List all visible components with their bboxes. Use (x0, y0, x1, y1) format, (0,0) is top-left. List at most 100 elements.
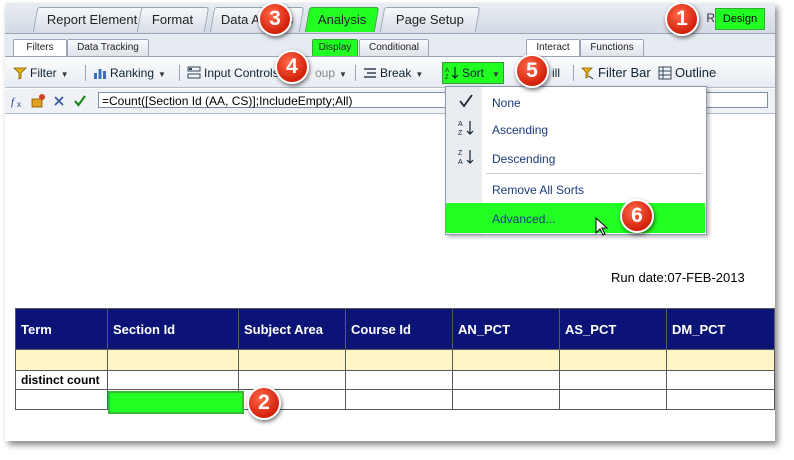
table-cell[interactable] (107, 370, 239, 390)
table-cell[interactable] (238, 349, 346, 371)
svg-text:Z: Z (458, 130, 463, 137)
callout-4: 4 (275, 50, 309, 84)
chevron-down-icon: ▼ (415, 70, 424, 79)
table-cell[interactable] (15, 349, 108, 371)
filter-button[interactable]: Filter ▼ (13, 64, 69, 82)
menu-divider (486, 173, 702, 174)
svg-text:f: f (11, 96, 16, 108)
filter-bar-icon (581, 67, 594, 80)
column-header-dm-pct[interactable]: DM_PCT (666, 308, 775, 350)
analysis-toolbar: Filter ▼ Ranking ▼ Input Controls oup ▼ Bre… (5, 56, 775, 88)
check-icon (459, 94, 473, 108)
report-window: Report Element Format Data Access Analys… (5, 3, 775, 441)
input-controls-button[interactable]: Input Controls (187, 64, 279, 82)
subtab-data-tracking[interactable]: Data Tracking (67, 39, 149, 56)
chevron-down-icon: ▼ (158, 70, 166, 79)
sort-descending-icon: ZA (458, 150, 474, 166)
column-header-term[interactable]: Term (15, 308, 108, 350)
input-controls-icon (187, 66, 201, 79)
table-cell[interactable] (345, 389, 453, 410)
table-cell[interactable] (452, 370, 560, 390)
chevron-down-icon: ▼ (60, 70, 69, 79)
selected-section-id-cell[interactable] (108, 391, 244, 414)
table-row: distinct count (15, 370, 775, 390)
table-cell[interactable] (666, 370, 775, 390)
sort-dropdown-menu: None AZ Ascending ZA Descending Remove A… (445, 86, 707, 235)
mouse-cursor-icon (595, 217, 609, 236)
callout-2: 2 (247, 386, 281, 420)
column-header-course-id[interactable]: Course Id (345, 308, 453, 350)
sub-tab-bar: Filters Data Tracking Display Conditiona… (5, 34, 775, 56)
outline-icon (658, 66, 672, 80)
subtab-functions[interactable]: Functions (580, 39, 644, 56)
sort-ascending-icon: AZ (458, 121, 474, 137)
table-cell[interactable] (15, 389, 108, 410)
design-mode-button[interactable]: Design (715, 8, 765, 30)
table-cell[interactable] (666, 389, 775, 410)
table-header-row: Term Section Id Subject Area Course Id A… (15, 308, 775, 350)
table-cell[interactable] (452, 349, 560, 371)
table-cell[interactable] (559, 389, 667, 410)
sort-button-label[interactable]: A Z Sort ▼ (445, 64, 500, 82)
svg-text:Z: Z (458, 150, 463, 157)
column-header-section-id[interactable]: Section Id (107, 308, 239, 350)
table-row (15, 349, 775, 371)
drill-button[interactable]: ill (552, 64, 560, 82)
subtab-conditional[interactable]: Conditional (359, 39, 429, 56)
filter-icon (13, 67, 27, 80)
svg-text:A: A (445, 68, 449, 74)
formula-editor-icon[interactable]: fx (11, 93, 27, 109)
menu-item-advanced-highlight[interactable] (446, 203, 705, 233)
ranking-button[interactable]: Ranking ▼ (93, 64, 166, 82)
column-header-an-pct[interactable]: AN_PCT (452, 308, 560, 350)
callout-3: 3 (258, 3, 292, 36)
tab-format[interactable]: Format (136, 7, 210, 32)
chevron-down-icon: ▼ (339, 70, 347, 79)
tab-report-element[interactable]: Report Element (32, 7, 152, 32)
main-tab-bar: Report Element Format Data Access Analys… (5, 3, 775, 34)
menu-item-descending[interactable]: Descending (492, 152, 555, 166)
tab-analysis[interactable]: Analysis (304, 7, 380, 32)
distinct-count-label[interactable]: distinct count (15, 370, 108, 390)
group-button[interactable]: oup ▼ (315, 64, 347, 82)
menu-item-advanced[interactable]: Advanced... (492, 212, 555, 226)
tab-page-setup[interactable]: Page Setup (379, 7, 481, 32)
table-cell[interactable] (238, 370, 346, 390)
column-header-subject-area[interactable]: Subject Area (238, 308, 346, 350)
menu-item-ascending[interactable]: Ascending (492, 123, 548, 137)
ranking-icon (94, 69, 106, 79)
table-cell[interactable] (345, 349, 453, 371)
toolbar-divider (179, 65, 180, 81)
callout-1: 1 (665, 3, 699, 36)
table-cell[interactable] (559, 349, 667, 371)
toolbar-divider (355, 65, 356, 81)
break-button[interactable]: Break ▼ (363, 64, 423, 82)
menu-item-remove-all-sorts[interactable]: Remove All Sorts (492, 183, 584, 197)
sort-icon: AZ (445, 67, 459, 80)
outline-button[interactable]: Outline (658, 64, 716, 82)
svg-text:A: A (458, 159, 463, 166)
column-header-as-pct[interactable]: AS_PCT (559, 308, 667, 350)
table-cell[interactable] (345, 370, 453, 390)
table-cell[interactable] (666, 349, 775, 371)
svg-text:Z: Z (445, 75, 449, 80)
filter-bar-button[interactable]: Filter Bar (581, 64, 651, 82)
callout-6: 6 (620, 199, 654, 233)
variable-editor-icon[interactable] (30, 93, 46, 109)
svg-text:x: x (17, 100, 21, 109)
reading-mode-label[interactable]: R (706, 8, 715, 28)
subtab-display[interactable]: Display (312, 39, 358, 56)
toolbar-divider (85, 65, 86, 81)
cancel-formula-icon[interactable] (53, 95, 65, 107)
subtab-filters[interactable]: Filters (13, 39, 67, 56)
break-icon (364, 68, 376, 78)
table-cell[interactable] (107, 349, 239, 371)
table-cell[interactable] (452, 389, 560, 410)
menu-item-none[interactable]: None (492, 96, 521, 110)
toolbar-divider (573, 65, 574, 81)
table-cell[interactable] (559, 370, 667, 390)
svg-text:A: A (458, 121, 463, 128)
validate-formula-icon[interactable] (73, 94, 87, 108)
callout-5: 5 (515, 54, 549, 88)
chevron-down-icon: ▼ (492, 70, 500, 79)
